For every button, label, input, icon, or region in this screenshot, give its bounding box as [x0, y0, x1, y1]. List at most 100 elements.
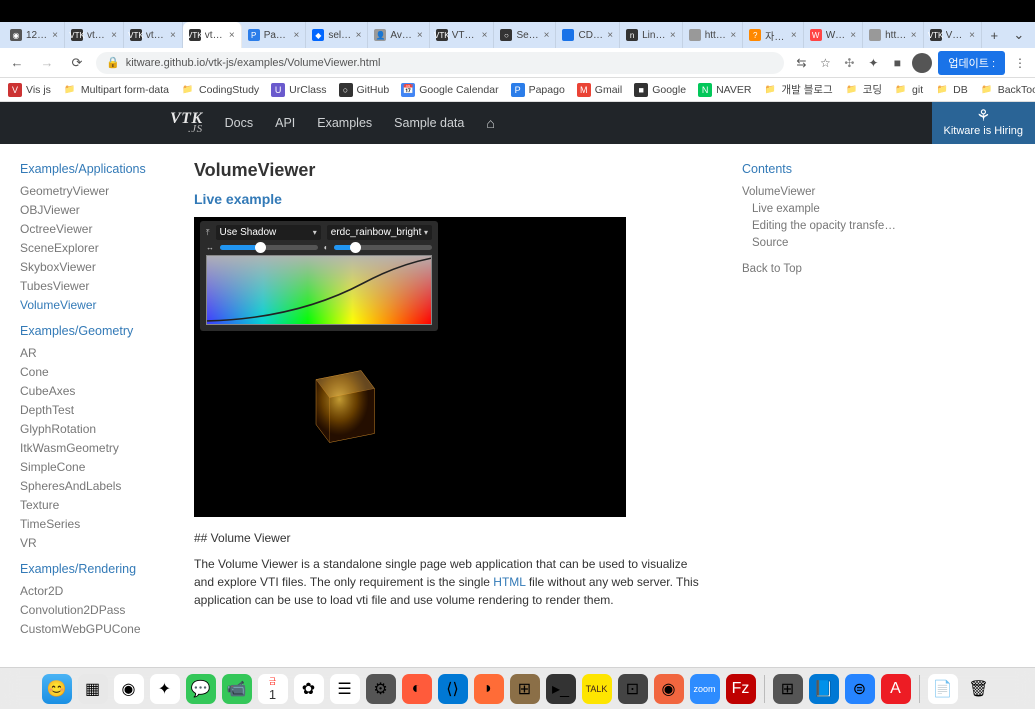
profile-avatar[interactable]: [912, 53, 932, 73]
dock-settings[interactable]: ⚙: [366, 674, 396, 704]
bookmark-item[interactable]: PPapago: [511, 83, 565, 97]
browser-tab[interactable]: VTKVTK:×: [924, 22, 982, 48]
url-bar[interactable]: 🔒 kitware.github.io/vtk-js/examples/Volu…: [96, 52, 784, 74]
sidebar-item[interactable]: TubesViewer: [20, 279, 170, 293]
tabs-dropdown[interactable]: ⌄: [1007, 22, 1032, 48]
nav-sample-data[interactable]: Sample data: [394, 116, 464, 130]
sidebar-item[interactable]: GlyphRotation: [20, 422, 170, 436]
update-button[interactable]: 업데이트 :: [938, 51, 1005, 75]
sidebar-item[interactable]: GeometryViewer: [20, 184, 170, 198]
bookmark-item[interactable]: NNAVER: [698, 83, 751, 97]
close-icon[interactable]: ×: [670, 30, 676, 41]
dock-filezilla[interactable]: Fz: [726, 674, 756, 704]
sidebar-item[interactable]: Texture: [20, 498, 170, 512]
close-icon[interactable]: ×: [229, 30, 235, 41]
sidebar-item[interactable]: OctreeViewer: [20, 222, 170, 236]
close-icon[interactable]: ×: [482, 30, 488, 41]
dock-reminders[interactable]: ☰: [330, 674, 360, 704]
browser-tab[interactable]: ?자식 -×: [743, 22, 804, 48]
close-icon[interactable]: ×: [850, 30, 856, 41]
bookmark-item[interactable]: 📅Google Calendar: [401, 83, 498, 97]
dock-app3[interactable]: ⊡: [618, 674, 648, 704]
dock-launchpad[interactable]: ▦: [78, 674, 108, 704]
browser-tab[interactable]: VTKvtk.js×: [183, 22, 242, 48]
extension-icon[interactable]: ✣: [840, 54, 858, 72]
extensions-icon[interactable]: ✦: [864, 54, 882, 72]
nav-api[interactable]: API: [275, 116, 295, 130]
dock-chrome[interactable]: ◉: [114, 674, 144, 704]
bookmark-item[interactable]: 📁git: [894, 83, 923, 97]
extension-dot-icon[interactable]: ■: [888, 54, 906, 72]
sidebar-heading[interactable]: Examples/Geometry: [20, 324, 170, 338]
close-icon[interactable]: ×: [111, 30, 117, 41]
dock-github[interactable]: ◉: [654, 674, 684, 704]
sidebar-item[interactable]: Cone: [20, 365, 170, 379]
browser-tab[interactable]: 👤Avata×: [368, 22, 429, 48]
browser-tab[interactable]: ◉127.0×: [4, 22, 65, 48]
close-icon[interactable]: ×: [417, 30, 423, 41]
dock-vscode[interactable]: ⟨⟩: [438, 674, 468, 704]
dock-photos[interactable]: ✿: [294, 674, 324, 704]
toc-item[interactable]: Source: [742, 237, 898, 249]
bookmark-item[interactable]: VVis js: [8, 83, 51, 97]
hiring-banner[interactable]: ⚘ Kitware is Hiring: [932, 102, 1035, 144]
browser-tab[interactable]: https:×: [863, 22, 923, 48]
browser-tab[interactable]: nLine c×: [620, 22, 683, 48]
close-icon[interactable]: ×: [730, 30, 736, 41]
sidebar-item[interactable]: SimpleCone: [20, 460, 170, 474]
preset-select[interactable]: erdc_rainbow_bright ▾: [327, 225, 432, 240]
bookmark-item[interactable]: 📁개발 블로그: [763, 82, 832, 97]
nav-examples[interactable]: Examples: [317, 116, 372, 130]
close-icon[interactable]: ×: [791, 30, 797, 41]
dock-calculator[interactable]: ⊞: [773, 674, 803, 704]
dock-app4[interactable]: 📘: [809, 674, 839, 704]
browser-tab[interactable]: WWhat×: [804, 22, 863, 48]
bookmark-item[interactable]: 📁코딩: [845, 82, 882, 97]
close-icon[interactable]: ×: [969, 30, 975, 41]
sidebar-item[interactable]: CustomWebGPUCone: [20, 622, 170, 636]
dock-calendar[interactable]: 금1: [258, 674, 288, 704]
reload-button[interactable]: ⟳: [66, 52, 88, 74]
dock-zoom[interactable]: zoom: [690, 674, 720, 704]
browser-tab[interactable]: ○Searc×: [494, 22, 556, 48]
sidebar-item[interactable]: VR: [20, 536, 170, 550]
new-tab-button[interactable]: +: [982, 22, 1007, 48]
dock-facetime[interactable]: 📹: [222, 674, 252, 704]
dock-messages[interactable]: 💬: [186, 674, 216, 704]
dock-acrobat[interactable]: A: [881, 674, 911, 704]
html-link[interactable]: HTML: [493, 575, 525, 589]
browser-tab[interactable]: VTKvtk.js×: [124, 22, 183, 48]
bookmark-item[interactable]: UUrClass: [271, 83, 326, 97]
spacing-slider[interactable]: [220, 245, 318, 250]
browser-tab[interactable]: https:×: [683, 22, 743, 48]
close-icon[interactable]: ×: [607, 30, 613, 41]
sidebar-heading[interactable]: Examples/Rendering: [20, 562, 170, 576]
sidebar-item[interactable]: Actor2D: [20, 584, 170, 598]
translate-icon[interactable]: ⇆: [792, 54, 810, 72]
toc-item[interactable]: Live example: [742, 203, 898, 215]
bookmark-item[interactable]: MGmail: [577, 83, 622, 97]
opacity-slider[interactable]: [334, 245, 432, 250]
left-sidebar[interactable]: Examples/ApplicationsGeometryViewerOBJVi…: [0, 144, 170, 667]
dock-trash[interactable]: 🗑: [964, 674, 994, 704]
dock-postman[interactable]: ◗: [474, 674, 504, 704]
dock-terminal[interactable]: ▸_: [546, 674, 576, 704]
close-icon[interactable]: ×: [294, 30, 300, 41]
sidebar-item[interactable]: VolumeViewer: [20, 298, 170, 312]
upload-icon[interactable]: ⤒: [206, 228, 210, 238]
back-button[interactable]: ←: [6, 52, 28, 74]
close-icon[interactable]: ×: [52, 30, 58, 41]
bookmark-item[interactable]: ■Google: [634, 83, 686, 97]
nav-docs[interactable]: Docs: [225, 116, 253, 130]
bookmark-item[interactable]: ○GitHub: [339, 83, 390, 97]
menu-icon[interactable]: ⋮: [1011, 54, 1029, 72]
sidebar-item[interactable]: AR: [20, 346, 170, 360]
dock-kakaotalk[interactable]: TALK: [582, 674, 612, 704]
sidebar-item[interactable]: CubeAxes: [20, 384, 170, 398]
bookmark-item[interactable]: 📁BackTool: [980, 83, 1035, 97]
close-icon[interactable]: ×: [911, 30, 917, 41]
sidebar-heading[interactable]: Examples/Applications: [20, 162, 170, 176]
sidebar-item[interactable]: ItkWasmGeometry: [20, 441, 170, 455]
browser-tab[interactable]: VTKVTK E×: [430, 22, 495, 48]
dock-app2[interactable]: ⊞: [510, 674, 540, 704]
